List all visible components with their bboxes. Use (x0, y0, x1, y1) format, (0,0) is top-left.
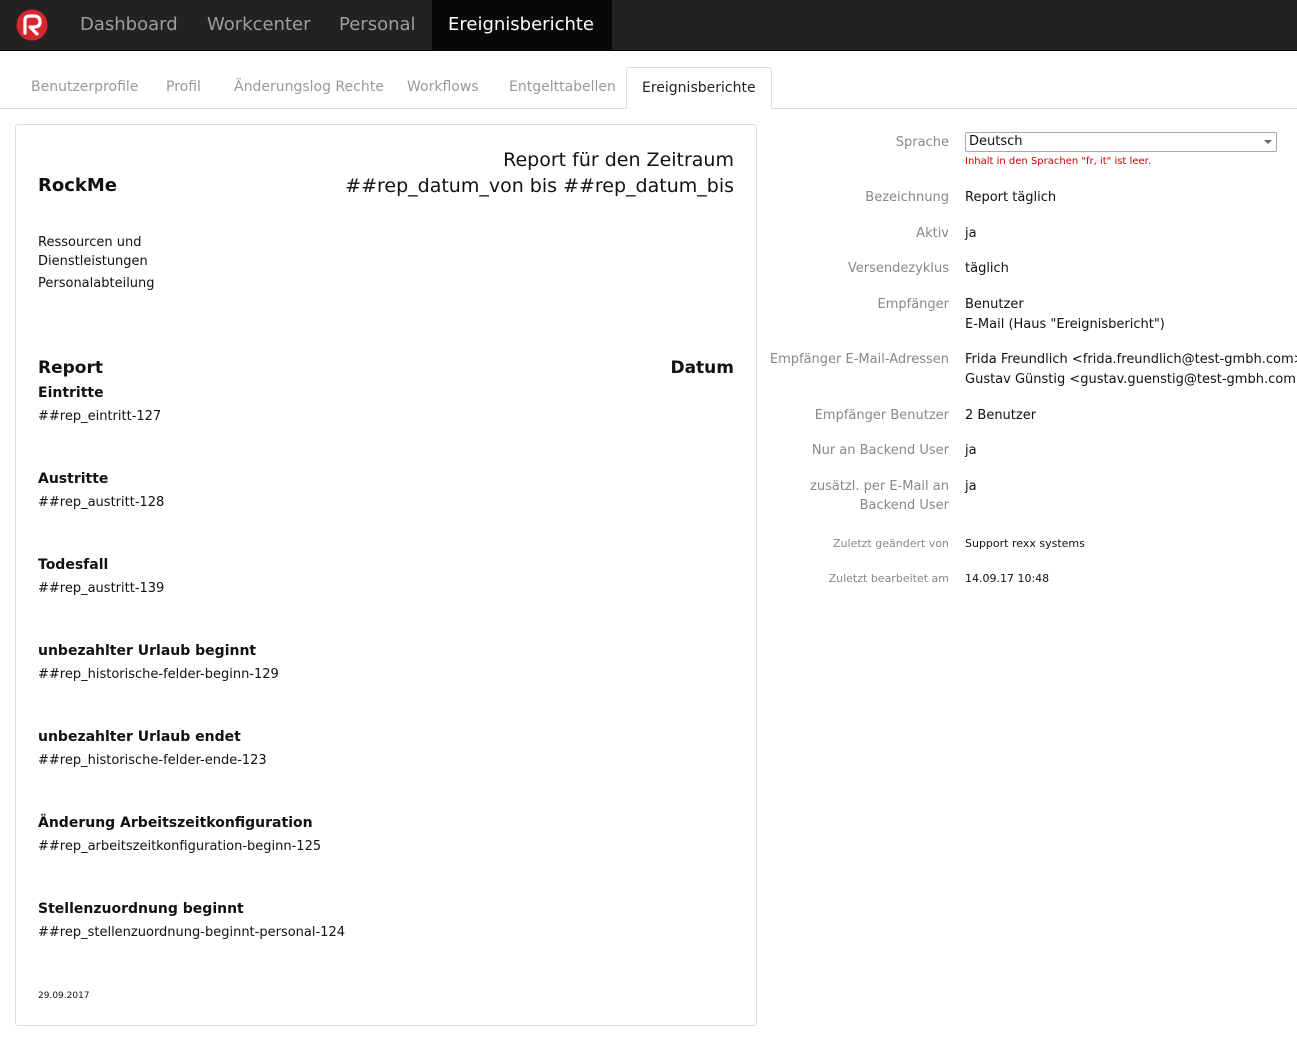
section-placeholder: ##rep_historische-felder-ende-123 (38, 753, 267, 768)
nav-ereignisberichte[interactable]: Ereignisberichte (432, 0, 612, 78)
report-department: Ressourcen und Dienstleistungen (38, 235, 148, 269)
zuletzt-bearbeitet-value: 14.09.17 10:48 (965, 572, 1050, 585)
empfaenger-value-benutzer: Benutzer (965, 297, 1024, 312)
aktiv-value: ja (965, 226, 977, 241)
zuletzt-geaendert-label: Zuletzt geändert von (833, 537, 949, 550)
nav-dashboard[interactable]: Dashboard (64, 0, 194, 50)
section-placeholder: ##rep_arbeitszeitkonfiguration-beginn-12… (38, 839, 322, 854)
section-title: Todesfall (38, 557, 109, 573)
report-column-report: Report (38, 358, 103, 378)
zusaetzl-email-label: zusätzl. per E-Mail an (810, 479, 949, 494)
section-placeholder: ##rep_austritt-128 (38, 495, 165, 510)
aktiv-label: Aktiv (916, 226, 949, 241)
section-placeholder: ##rep_eintritt-127 (38, 409, 162, 424)
section-title: Änderung Arbeitszeitkonfiguration (38, 815, 313, 831)
zuletzt-bearbeitet-label: Zuletzt bearbeitet am (828, 572, 949, 585)
section-placeholder: ##rep_austritt-139 (38, 581, 165, 596)
tab-bar: Benutzerprofile Profil Änderungslog Rech… (0, 67, 1297, 109)
zuletzt-geaendert-value: Support rexx systems (965, 537, 1085, 550)
section-placeholder: ##rep_historische-felder-beginn-129 (38, 667, 279, 682)
versendezyklus-value: täglich (965, 261, 1009, 276)
empfaenger-label: Empfänger (877, 297, 949, 312)
backend-user-value: ja (965, 443, 977, 458)
empfaenger-email-1: Frida Freundlich <frida.freundlich@test-… (965, 352, 1297, 367)
tab-workflows[interactable]: Workflows (392, 67, 494, 108)
report-column-datum: Datum (670, 358, 734, 378)
sprache-label: Sprache (895, 135, 949, 150)
tab-aenderungslog-rechte[interactable]: Änderungslog Rechte (219, 67, 399, 108)
empfaenger-email-label: Empfänger E-Mail-Adressen (769, 352, 949, 367)
tab-profil[interactable]: Profil (151, 67, 216, 108)
top-navbar: Dashboard Workcenter Personal Ereignisbe… (0, 0, 1297, 78)
report-title: Report für den Zeitraum ##rep_datum_von … (345, 149, 734, 197)
select-arrow-icon (1264, 140, 1272, 144)
section-title: Stellenzuordnung beginnt (38, 901, 244, 917)
nav-personal[interactable]: Personal (323, 0, 432, 50)
tab-ereignisberichte[interactable]: Ereignisberichte (626, 67, 772, 109)
bezeichnung-value: Report täglich (965, 190, 1057, 205)
tab-entgelttabellen[interactable]: Entgelttabellen (494, 67, 631, 108)
section-title: unbezahlter Urlaub endet (38, 729, 241, 745)
sprache-warning: Inhalt in den Sprachen "fr, it" ist leer… (965, 156, 1151, 167)
section-title: Austritte (38, 471, 109, 487)
nav-ereignisberichte-label: Ereignisberichte (448, 14, 595, 35)
nav-workcenter[interactable]: Workcenter (191, 0, 327, 50)
section-title: Eintritte (38, 385, 104, 401)
sprache-select-value: Deutsch (969, 134, 1023, 149)
tab-benutzerprofile[interactable]: Benutzerprofile (16, 67, 153, 108)
versendezyklus-label: Versendezyklus (847, 261, 949, 276)
report-company: RockMe (38, 175, 117, 196)
backend-user-label: Nur an Backend User (811, 443, 949, 458)
empfaenger-value-email: E-Mail (Haus "Ereignisbericht") (965, 317, 1165, 332)
section-title: unbezahlter Urlaub beginnt (38, 643, 257, 659)
rexx-logo-icon[interactable] (16, 9, 48, 41)
sprache-select[interactable]: Deutsch (965, 132, 1277, 152)
report-preview: RockMe Report für den Zeitraum ##rep_dat… (15, 124, 757, 1026)
bezeichnung-label: Bezeichnung (865, 190, 949, 205)
report-sub-department: Personalabteilung (38, 276, 155, 291)
empfaenger-benutzer-label: Empfänger Benutzer (814, 408, 949, 423)
zusaetzl-email-value: ja (965, 479, 977, 494)
section-placeholder: ##rep_stellenzuordnung-beginnt-personal-… (38, 925, 345, 940)
report-date: 29.09.2017 (38, 991, 90, 1001)
empfaenger-benutzer-value: 2 Benutzer (965, 408, 1037, 423)
empfaenger-email-2: Gustav Günstig <gustav.guenstig@test-gmb… (965, 372, 1297, 387)
zusaetzl-email-label-line2: Backend User (859, 498, 949, 513)
